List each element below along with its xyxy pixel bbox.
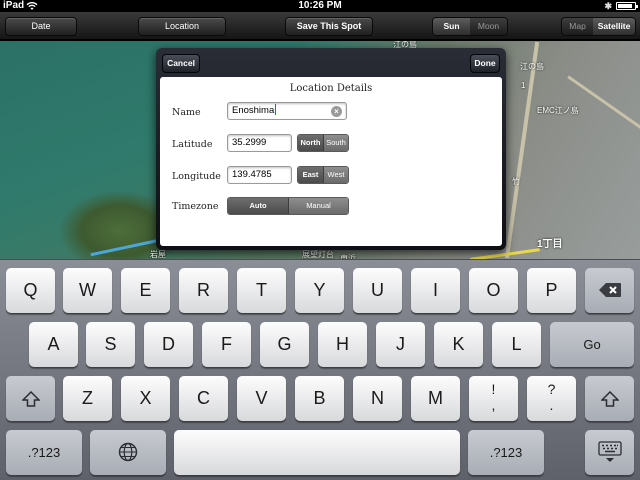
backspace-icon <box>598 283 621 297</box>
key-b[interactable]: B <box>295 376 344 421</box>
sun-segment[interactable]: Sun <box>433 18 470 35</box>
key-question-period[interactable]: ? . <box>527 376 576 421</box>
map-label: 展望灯台 <box>302 250 334 259</box>
shift-icon <box>20 390 41 407</box>
name-label: Name <box>172 107 201 118</box>
key-exclaim-comma[interactable]: ! , <box>469 376 518 421</box>
shift-right-key[interactable] <box>585 376 634 421</box>
globe-key[interactable] <box>90 430 166 475</box>
key-l[interactable]: L <box>492 322 541 367</box>
key-d[interactable]: D <box>144 322 193 367</box>
satellite-segment[interactable]: Satellite <box>593 18 635 35</box>
sun-moon-segmented-control: Sun Moon <box>432 17 508 36</box>
manual-segment[interactable]: Manual <box>288 198 348 214</box>
key-w[interactable]: W <box>63 268 112 313</box>
numbers-key-right[interactable]: .?123 <box>468 430 544 475</box>
map-type-segmented-control: Map Satellite <box>561 17 636 36</box>
status-bar: iPad 10:26 PM ✱ <box>0 0 640 12</box>
name-field-value: Enoshima <box>232 105 275 116</box>
key-t[interactable]: T <box>237 268 286 313</box>
onscreen-keyboard: Q W E R T Y U I O P A S D F G H J K L Go… <box>0 259 640 480</box>
dialog-title: Location Details <box>289 83 373 94</box>
bluetooth-icon: ✱ <box>604 1 612 11</box>
key-top-char: ? <box>547 381 556 397</box>
save-this-spot-button[interactable]: Save This Spot <box>285 17 373 36</box>
name-field[interactable]: Enoshima × <box>227 102 347 120</box>
text-caret <box>275 104 277 115</box>
key-bottom-char: . <box>549 397 554 413</box>
key-bottom-char: , <box>491 397 496 413</box>
south-segment[interactable]: South <box>323 135 348 151</box>
longitude-hemisphere-control: East West <box>297 166 349 184</box>
key-m[interactable]: M <box>411 376 460 421</box>
longitude-label: Longitude <box>172 171 221 182</box>
map-label: 岩屋 <box>150 250 166 259</box>
map-label: 江の島 <box>520 62 544 71</box>
map-label: 1 <box>521 81 526 90</box>
latitude-field[interactable]: 35.2999 <box>227 134 292 152</box>
location-details-form: Location Details Name Enoshima × Latitud… <box>160 77 502 246</box>
key-i[interactable]: I <box>411 268 460 313</box>
latitude-label: Latitude <box>172 139 213 150</box>
key-o[interactable]: O <box>469 268 518 313</box>
key-q[interactable]: Q <box>6 268 55 313</box>
key-k[interactable]: K <box>434 322 483 367</box>
timezone-control: Auto Manual <box>227 197 349 215</box>
cancel-button[interactable]: Cancel <box>162 54 200 73</box>
key-j[interactable]: J <box>376 322 425 367</box>
location-details-popover: Cancel Done Location Details Name Enoshi… <box>156 48 506 250</box>
key-x[interactable]: X <box>121 376 170 421</box>
key-g[interactable]: G <box>260 322 309 367</box>
key-p[interactable]: P <box>527 268 576 313</box>
key-a[interactable]: A <box>29 322 78 367</box>
longitude-field[interactable]: 139.4785 <box>227 166 292 184</box>
shift-left-key[interactable] <box>6 376 55 421</box>
auto-segment[interactable]: Auto <box>228 198 288 214</box>
toolbar: Date Location Save This Spot Sun Moon Ma… <box>0 12 640 40</box>
date-button[interactable]: Date <box>5 17 77 36</box>
done-button[interactable]: Done <box>470 54 500 73</box>
key-f[interactable]: F <box>202 322 251 367</box>
globe-icon <box>118 442 138 462</box>
key-u[interactable]: U <box>353 268 402 313</box>
battery-icon <box>616 2 638 10</box>
clear-icon[interactable]: × <box>331 106 342 117</box>
go-key[interactable]: Go <box>550 322 634 367</box>
map-label: 1丁目 <box>537 239 563 250</box>
backspace-key[interactable] <box>585 268 634 313</box>
key-y[interactable]: Y <box>295 268 344 313</box>
moon-segment[interactable]: Moon <box>470 18 507 35</box>
west-segment[interactable]: West <box>323 167 348 183</box>
key-r[interactable]: R <box>179 268 228 313</box>
key-s[interactable]: S <box>86 322 135 367</box>
key-top-char: ! <box>491 381 496 397</box>
map-label: 竹 <box>512 177 520 186</box>
map-segment[interactable]: Map <box>562 18 594 35</box>
timezone-label: Timezone <box>172 201 219 212</box>
key-h[interactable]: H <box>318 322 367 367</box>
battery-level <box>618 4 632 8</box>
latitude-hemisphere-control: North South <box>297 134 349 152</box>
key-c[interactable]: C <box>179 376 228 421</box>
key-e[interactable]: E <box>121 268 170 313</box>
east-segment[interactable]: East <box>298 167 323 183</box>
map-label: EMC江ノ島 <box>537 106 579 115</box>
shift-icon <box>599 390 620 407</box>
keyboard-dismiss-icon <box>597 441 622 462</box>
north-segment[interactable]: North <box>298 135 323 151</box>
space-bar[interactable] <box>174 430 460 475</box>
key-n[interactable]: N <box>353 376 402 421</box>
location-button[interactable]: Location <box>138 17 226 36</box>
key-z[interactable]: Z <box>63 376 112 421</box>
status-time: 10:26 PM <box>298 0 342 11</box>
dismiss-keyboard-key[interactable] <box>585 430 634 475</box>
key-v[interactable]: V <box>237 376 286 421</box>
numbers-key-left[interactable]: .?123 <box>6 430 82 475</box>
